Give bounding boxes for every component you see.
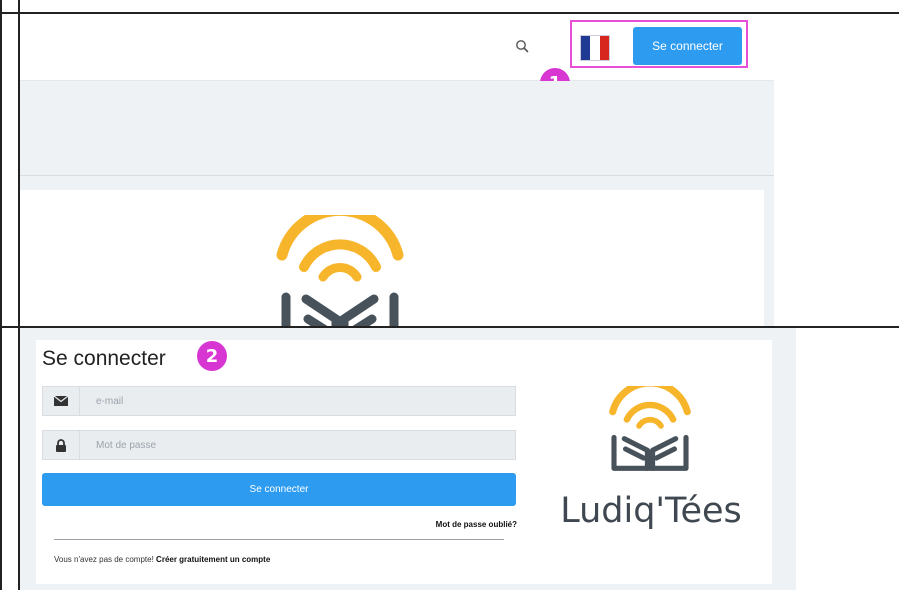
content-area	[20, 176, 774, 326]
flag-stripe-blue	[581, 36, 591, 60]
email-input[interactable]	[80, 387, 515, 415]
email-field[interactable]	[42, 386, 516, 416]
password-input[interactable]	[80, 431, 515, 459]
search-icon[interactable]	[515, 39, 529, 53]
forgot-password-link[interactable]: Mot de passe oublié?	[420, 520, 517, 529]
lock-icon	[43, 431, 80, 459]
book-wifi-logo	[276, 215, 404, 326]
flag-stripe-red	[599, 36, 609, 60]
create-account-link[interactable]: Créer gratuitement un compte	[156, 555, 270, 564]
form-divider	[54, 539, 504, 540]
login-submit-button[interactable]: Se connecter	[42, 473, 516, 506]
table-border-left	[0, 0, 2, 590]
no-account-text: Vous n'avez pas de compte!	[54, 555, 154, 564]
brand-logo-icon	[609, 386, 691, 471]
login-title: Se connecter	[42, 347, 166, 370]
password-field[interactable]	[42, 430, 516, 460]
content-card	[20, 190, 764, 326]
french-flag-icon[interactable]	[580, 35, 610, 61]
page-banner	[20, 81, 774, 175]
envelope-icon	[43, 387, 80, 415]
signup-prompt: Vous n'avez pas de compte! Créer gratuit…	[54, 555, 270, 564]
callout-badge-2: 2	[197, 341, 227, 371]
header-login-button[interactable]: Se connecter	[633, 27, 742, 65]
brand-name: Ludiq'Tées	[560, 491, 742, 531]
flag-stripe-white	[590, 36, 600, 60]
